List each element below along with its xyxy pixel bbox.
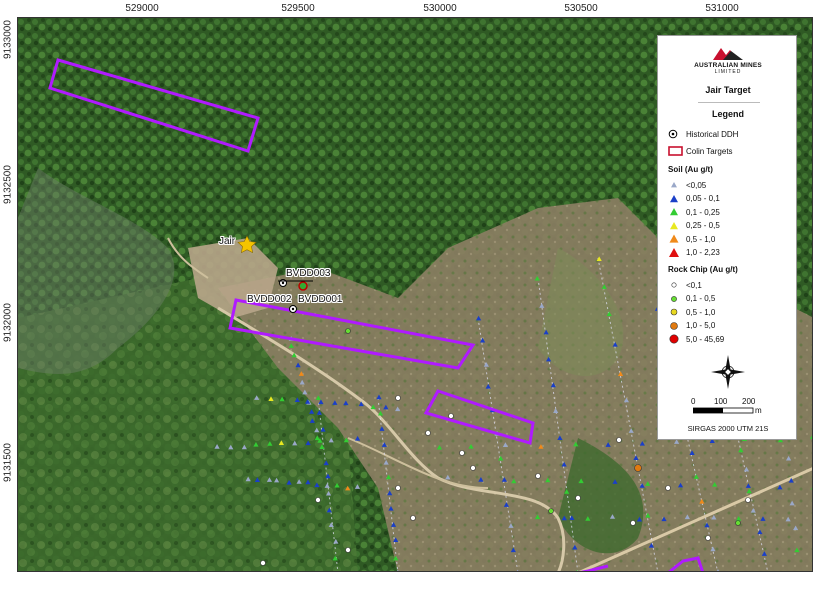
- y-tick-label: 9132500: [2, 165, 14, 204]
- legend-panel: AUSTRALIAN MINES LIMITED Jair Target Leg…: [657, 35, 797, 440]
- legend-item-rock-class: <0,1: [668, 279, 702, 291]
- rock-chip-marker[interactable]: [395, 395, 401, 401]
- legend-label: 0,1 - 0,25: [686, 207, 720, 217]
- rock-chip-marker[interactable]: [535, 473, 541, 479]
- soil-sample-marker[interactable]: [765, 571, 770, 572]
- legend-label: 0,05 - 0,1: [686, 194, 720, 203]
- rock-chip-circle-icon: [671, 282, 677, 288]
- soil-triangle-icon: [670, 194, 678, 202]
- rock-chip-marker[interactable]: [425, 430, 431, 436]
- rock-chip-marker[interactable]: [345, 328, 351, 334]
- legend-item-rock-class: 0,5 - 1,0: [668, 306, 715, 318]
- rock-chip-marker[interactable]: [735, 520, 741, 526]
- soil-heading: Soil (Au g/t): [668, 165, 713, 174]
- rock-chip-marker[interactable]: [665, 485, 671, 491]
- legend-label: 0,5 - 1,0: [686, 234, 716, 244]
- rock-chip-marker[interactable]: [459, 450, 465, 456]
- x-tick-label: 529500: [281, 3, 315, 14]
- rock-chip-circle-icon: [671, 295, 677, 302]
- legend-item-rock-class: 5,0 - 45,69: [668, 333, 724, 345]
- legend-item-rock-class: 1,0 - 5,0: [668, 320, 715, 332]
- legend-label: 0,5 - 1,0: [686, 307, 716, 317]
- soil-triangle-icon: [670, 221, 678, 229]
- legend-label: <0,05: [686, 180, 707, 190]
- x-tick-label: 530000: [423, 3, 457, 14]
- company-logo: AUSTRALIAN MINES LIMITED: [658, 46, 798, 75]
- legend-label: 1,0 - 2,23: [686, 248, 720, 257]
- rock-chip-marker[interactable]: [410, 515, 416, 521]
- y-tick-label: 9133000: [2, 20, 14, 59]
- soil-triangle-icon: [671, 182, 677, 188]
- rock-chip-marker[interactable]: [315, 497, 321, 503]
- soil-sample-marker[interactable]: [795, 570, 800, 572]
- legend-item-colin-targets: Colin Targets: [668, 145, 733, 157]
- rock-chip-marker[interactable]: [260, 560, 266, 566]
- rock-chip-marker[interactable]: [448, 413, 454, 419]
- soil-sample-marker[interactable]: [334, 571, 339, 572]
- legend-item-soil-class: 1,0 - 2,23: [668, 247, 720, 259]
- legend-label: 0,1 - 0,5: [686, 294, 716, 303]
- legend-item-soil-class: 0,25 - 0,5: [668, 220, 720, 232]
- scale-label-100: 100: [714, 397, 728, 406]
- legend-label: 0,25 - 0,5: [686, 221, 720, 230]
- x-tick-label: 529000: [125, 3, 159, 14]
- rock-chip-marker[interactable]: [745, 497, 751, 503]
- legend-label: 5,0 - 45,69: [686, 334, 725, 344]
- rock-chip-marker[interactable]: [630, 520, 636, 526]
- logo-subtext: LIMITED: [714, 69, 742, 75]
- rock-chip-marker[interactable]: [470, 465, 476, 471]
- y-tick-label: 9132000: [2, 303, 14, 342]
- rock-chip-marker[interactable]: [345, 547, 351, 553]
- scale-label-0: 0: [691, 397, 696, 406]
- map-label-jair: Jair: [219, 236, 236, 247]
- legend-label: Historical DDH: [686, 129, 739, 139]
- map-label-bvdd001: BVDD001: [298, 294, 343, 305]
- rock-chip-marker[interactable]: [395, 485, 401, 491]
- scale-unit: m: [755, 406, 762, 415]
- x-tick-label: 531000: [705, 3, 739, 14]
- map-label-bvdd003: BVDD003: [286, 268, 331, 279]
- legend-divider: [698, 102, 760, 103]
- legend-label: <0,1: [686, 280, 702, 290]
- crs-label: SIRGAS 2000 UTM 21S: [687, 424, 769, 433]
- map-title: Jair Target: [705, 85, 751, 95]
- y-tick-label: 9131500: [2, 443, 14, 482]
- north-arrow-icon: [711, 355, 745, 389]
- rock-chip-marker[interactable]: [634, 464, 642, 472]
- mountain-logo-icon: [713, 48, 743, 60]
- legend-label: 1,0 - 5,0: [686, 321, 716, 330]
- soil-triangle-icon: [669, 234, 679, 243]
- target-polygon-icon: [668, 146, 683, 156]
- legend-item-rock-class: 0,1 - 0,5: [668, 293, 715, 305]
- rock-chip-marker[interactable]: [575, 495, 581, 501]
- map-label-bvdd002: BVDD002: [247, 294, 292, 305]
- legend-item-soil-class: 0,5 - 1,0: [668, 233, 715, 245]
- rock-chip-circle-icon: [669, 334, 679, 344]
- ddh-symbol-icon: [668, 129, 678, 139]
- legend-label: Colin Targets: [686, 146, 733, 156]
- soil-triangle-icon: [669, 247, 679, 257]
- legend-item-soil-class: 0,05 - 0,1: [668, 193, 720, 205]
- legend-item-historical-ddh: Historical DDH: [668, 128, 738, 140]
- legend-item-soil-class: 0,1 - 0,25: [668, 206, 720, 218]
- rock-chip-circle-icon: [670, 308, 678, 316]
- logo-text: AUSTRALIAN MINES: [694, 62, 762, 69]
- scale-bar: [693, 407, 754, 414]
- rock-chip-heading: Rock Chip (Au g/t): [668, 265, 738, 274]
- rock-chip-marker[interactable]: [705, 535, 711, 541]
- x-tick-label: 530500: [564, 3, 598, 14]
- legend-item-soil-class: <0,05: [668, 179, 706, 191]
- historical-ddh-marker[interactable]: [289, 305, 297, 313]
- legend-title: Legend: [711, 109, 744, 119]
- soil-triangle-icon: [670, 208, 678, 216]
- scale-label-200: 200: [742, 397, 756, 406]
- rock-chip-marker[interactable]: [616, 437, 622, 443]
- rock-chip-circle-icon: [670, 321, 678, 330]
- rock-chip-marker[interactable]: [548, 508, 554, 514]
